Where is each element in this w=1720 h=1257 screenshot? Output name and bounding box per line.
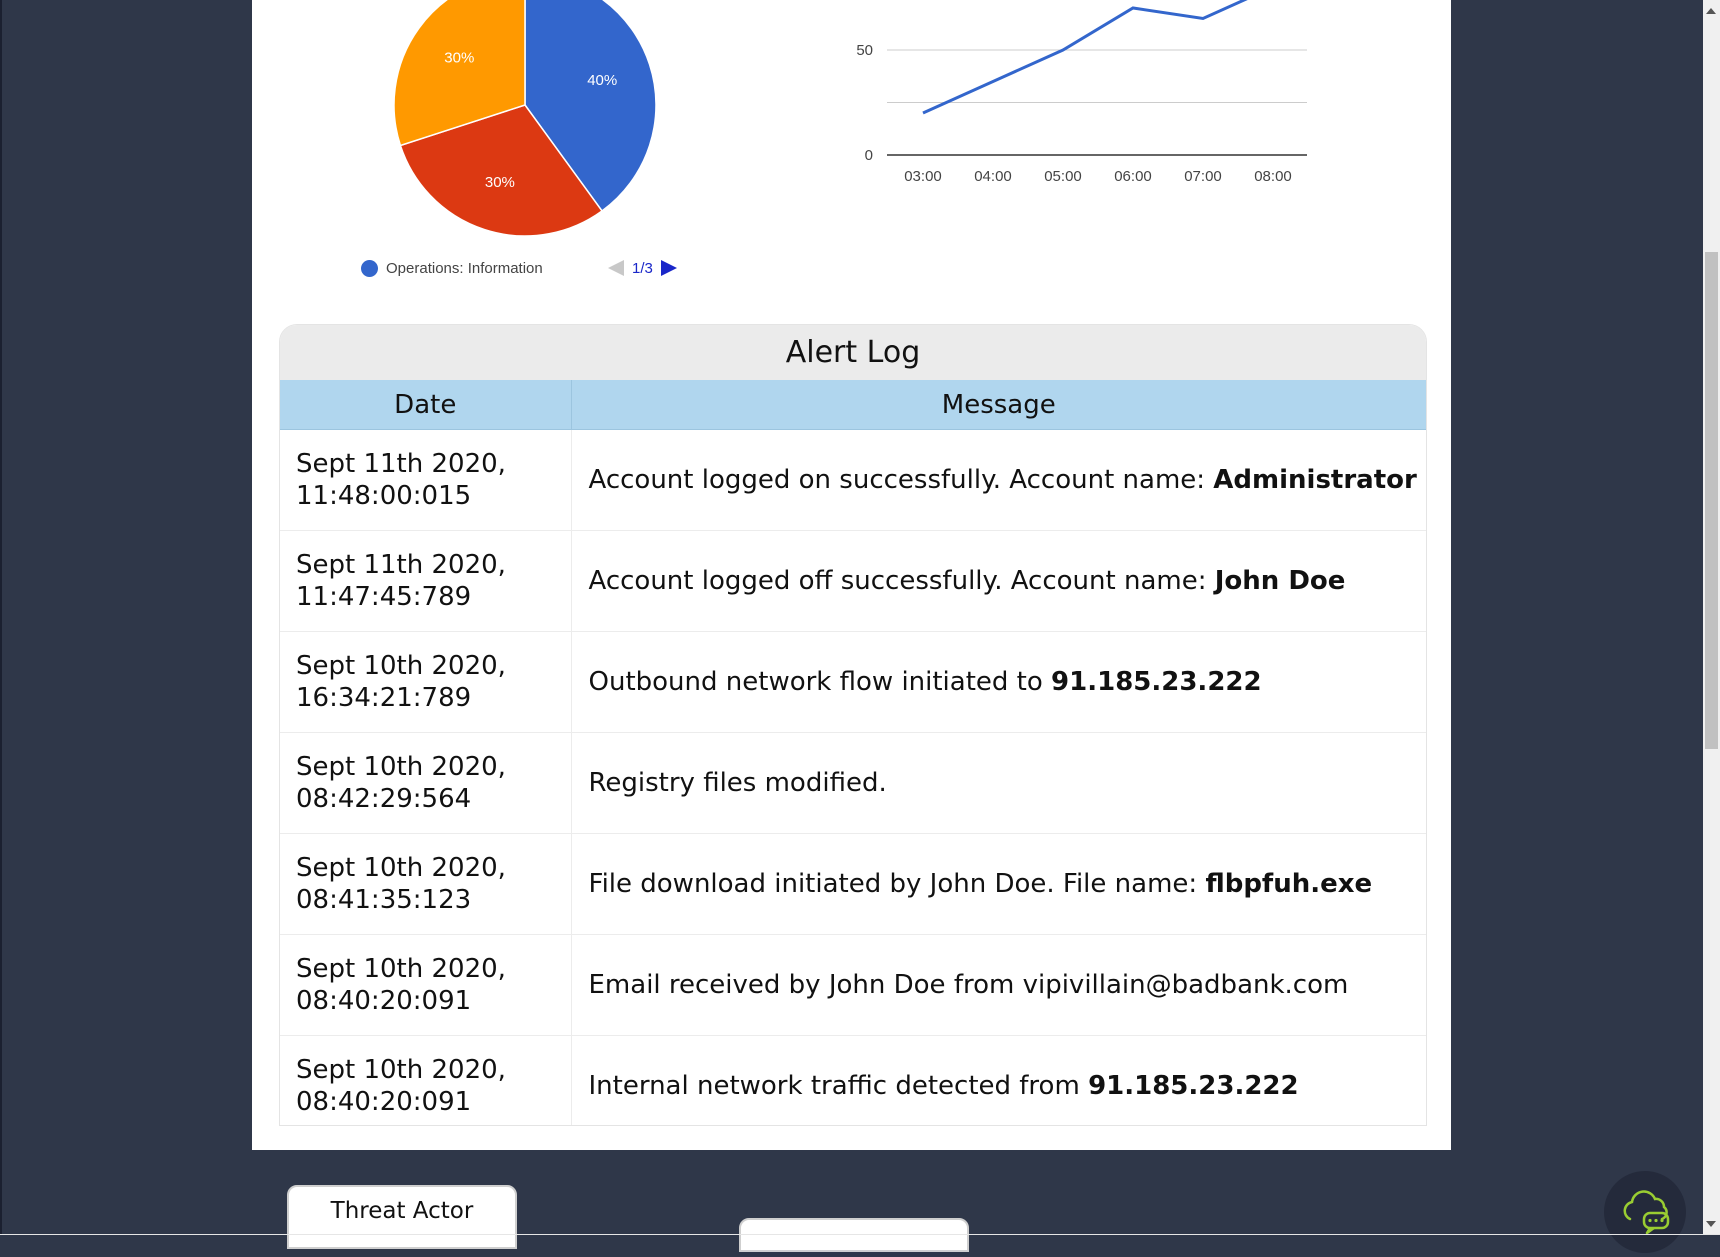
message-text: Registry files modified. xyxy=(589,768,887,798)
window-edge xyxy=(0,0,2,1235)
x-tick-label: 07:00 xyxy=(1184,168,1222,185)
line-chart: 0 50 03:00 04:00 05:00 06:00 07:00 08:00 xyxy=(830,0,1350,200)
message-text: Account logged on successfully. Account … xyxy=(589,465,1214,495)
date-line: Sept 10th 2020, xyxy=(296,751,570,783)
message-highlight: 91.185.23.222 xyxy=(1088,1071,1299,1101)
time-line: 16:34:21:789 xyxy=(296,682,570,714)
cell-message: Account logged off successfully. Account… xyxy=(571,531,1426,632)
pie-slice-label: 30% xyxy=(444,49,474,66)
x-tick-label: 05:00 xyxy=(1044,168,1082,185)
cell-date: Sept 10th 2020,08:41:35:123 xyxy=(280,834,571,935)
date-line: Sept 10th 2020, xyxy=(296,650,570,682)
cell-date: Sept 10th 2020,16:34:21:789 xyxy=(280,632,571,733)
table-row: Sept 10th 2020,16:34:21:789Outbound netw… xyxy=(280,632,1426,733)
date-line: Sept 11th 2020, xyxy=(296,448,570,480)
time-line: 11:47:45:789 xyxy=(296,581,570,613)
column-header-date[interactable]: Date xyxy=(280,380,571,430)
pie-slice-label: 40% xyxy=(587,72,617,89)
table-row: Sept 10th 2020,08:40:20:091 Email receive… xyxy=(280,935,1426,1036)
alert-log-table: Date Message Sept 11th 2020,11:48:00:015… xyxy=(280,380,1426,1126)
cell-date: Sept 11th 2020,11:48:00:015 xyxy=(280,430,571,531)
pager-next-icon[interactable] xyxy=(661,260,677,276)
pie-slice-label: 30% xyxy=(485,174,515,191)
pie-chart: 40% 30% 30% xyxy=(375,0,675,240)
scroll-up-icon[interactable] xyxy=(1706,8,1716,14)
message-highlight: John Doe xyxy=(1215,566,1346,596)
pager-prev-icon[interactable] xyxy=(608,260,624,276)
time-line: 08:41:35:123 xyxy=(296,884,570,916)
x-tick-label: 08:00 xyxy=(1254,168,1292,185)
cell-message: File download initiated by John Doe. Fil… xyxy=(571,834,1426,935)
table-header-row: Date Message xyxy=(280,380,1426,430)
cell-message: Email received by John Doe from vipivill… xyxy=(571,935,1426,1036)
chat-button[interactable] xyxy=(1604,1171,1686,1253)
time-line: 11:48:00:015 xyxy=(296,480,570,512)
secondary-tab[interactable] xyxy=(739,1218,969,1252)
message-highlight: Administrator xyxy=(1213,465,1417,495)
y-tick-label: 0 xyxy=(865,147,873,164)
cell-date: Sept 11th 2020,11:47:45:789 xyxy=(280,531,571,632)
table-row: Sept 11th 2020,11:47:45:789 Account logge… xyxy=(280,531,1426,632)
alert-log-title: Alert Log xyxy=(280,325,1426,380)
x-tick-label: 04:00 xyxy=(974,168,1012,185)
cell-date: Sept 10th 2020,08:42:29:564 xyxy=(280,733,571,834)
cell-message: Outbound network flow initiated to 91.18… xyxy=(571,632,1426,733)
date-line: Sept 10th 2020, xyxy=(296,852,570,884)
pie-legend: Operations: Information xyxy=(361,257,543,279)
x-tick-label: 03:00 xyxy=(904,168,942,185)
legend-swatch xyxy=(361,260,378,277)
cell-message: Registry files modified. xyxy=(571,733,1426,834)
column-header-message[interactable]: Message xyxy=(571,380,1426,430)
series-line[interactable] xyxy=(923,0,1273,113)
cell-message: Account logged on successfully. Account … xyxy=(571,430,1426,531)
alert-log: Alert Log Date Message Sept 11th 2020,11… xyxy=(279,324,1427,1126)
message-text: Email received by John Doe from vipivill… xyxy=(589,970,1349,1000)
x-tick-label: 06:00 xyxy=(1114,168,1152,185)
message-text: Internal network traffic detected from xyxy=(589,1071,1089,1101)
legend-label: Operations: Information xyxy=(386,260,543,277)
table-row: Sept 10th 2020,08:42:29:564 Registry file… xyxy=(280,733,1426,834)
time-line: 08:40:20:091 xyxy=(296,1086,570,1118)
message-text: File download initiated by John Doe. Fil… xyxy=(589,869,1206,899)
date-line: Sept 10th 2020, xyxy=(296,1054,570,1086)
cell-message: Internal network traffic detected from 9… xyxy=(571,1036,1426,1127)
date-line: Sept 10th 2020, xyxy=(296,953,570,985)
time-line: 08:42:29:564 xyxy=(296,783,570,815)
pager-text: 1/3 xyxy=(632,260,653,277)
scroll-down-icon[interactable] xyxy=(1706,1221,1716,1227)
message-text: Outbound network flow initiated to xyxy=(589,667,1052,697)
message-highlight: flbpfuh.exe xyxy=(1205,869,1372,899)
time-line: 08:40:20:091 xyxy=(296,985,570,1017)
scrollbar-thumb[interactable] xyxy=(1705,252,1718,749)
date-line: Sept 11th 2020, xyxy=(296,549,570,581)
table-row: Sept 10th 2020,08:41:35:123 File download… xyxy=(280,834,1426,935)
message-highlight: 91.185.23.222 xyxy=(1051,667,1262,697)
threat-actor-tab[interactable]: Threat Actor xyxy=(287,1185,517,1249)
chat-cloud-icon xyxy=(1604,1171,1686,1253)
cell-date: Sept 10th 2020,08:40:20:091 xyxy=(280,1036,571,1127)
y-tick-label: 50 xyxy=(856,42,873,59)
table-row: Sept 10th 2020,08:40:20:091Internal netw… xyxy=(280,1036,1426,1127)
legend-pager: 1/3 xyxy=(608,257,677,279)
table-row: Sept 11th 2020,11:48:00:015 Account logge… xyxy=(280,430,1426,531)
cell-date: Sept 10th 2020,08:40:20:091 xyxy=(280,935,571,1036)
message-text: Account logged off successfully. Account… xyxy=(589,566,1215,596)
